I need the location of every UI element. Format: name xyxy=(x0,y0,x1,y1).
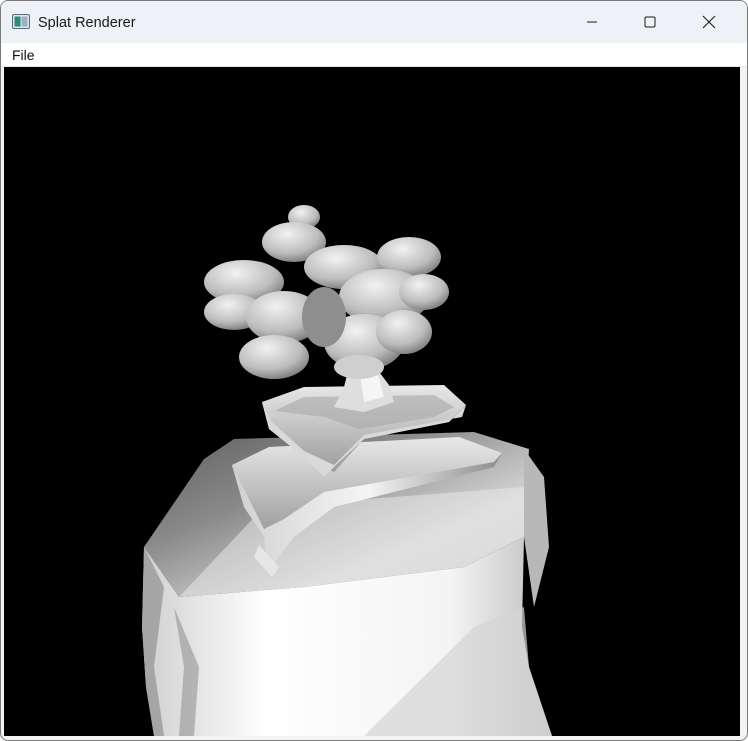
maximize-button[interactable] xyxy=(621,1,679,43)
app-window: Splat Renderer File xyxy=(0,0,748,741)
close-icon xyxy=(702,15,716,29)
maximize-icon xyxy=(644,16,656,28)
close-button[interactable] xyxy=(680,1,738,43)
window-title: Splat Renderer xyxy=(38,15,136,31)
window-app-icon xyxy=(12,14,30,29)
render-viewport[interactable] xyxy=(4,67,740,736)
menu-file[interactable]: File xyxy=(5,44,42,66)
rendered-scene xyxy=(142,205,552,736)
title-bar[interactable]: Splat Renderer xyxy=(1,1,747,43)
menu-bar: File xyxy=(1,43,747,67)
minimize-button[interactable] xyxy=(563,1,621,43)
bonsai-foliage xyxy=(204,205,449,379)
minimize-icon xyxy=(587,21,597,23)
